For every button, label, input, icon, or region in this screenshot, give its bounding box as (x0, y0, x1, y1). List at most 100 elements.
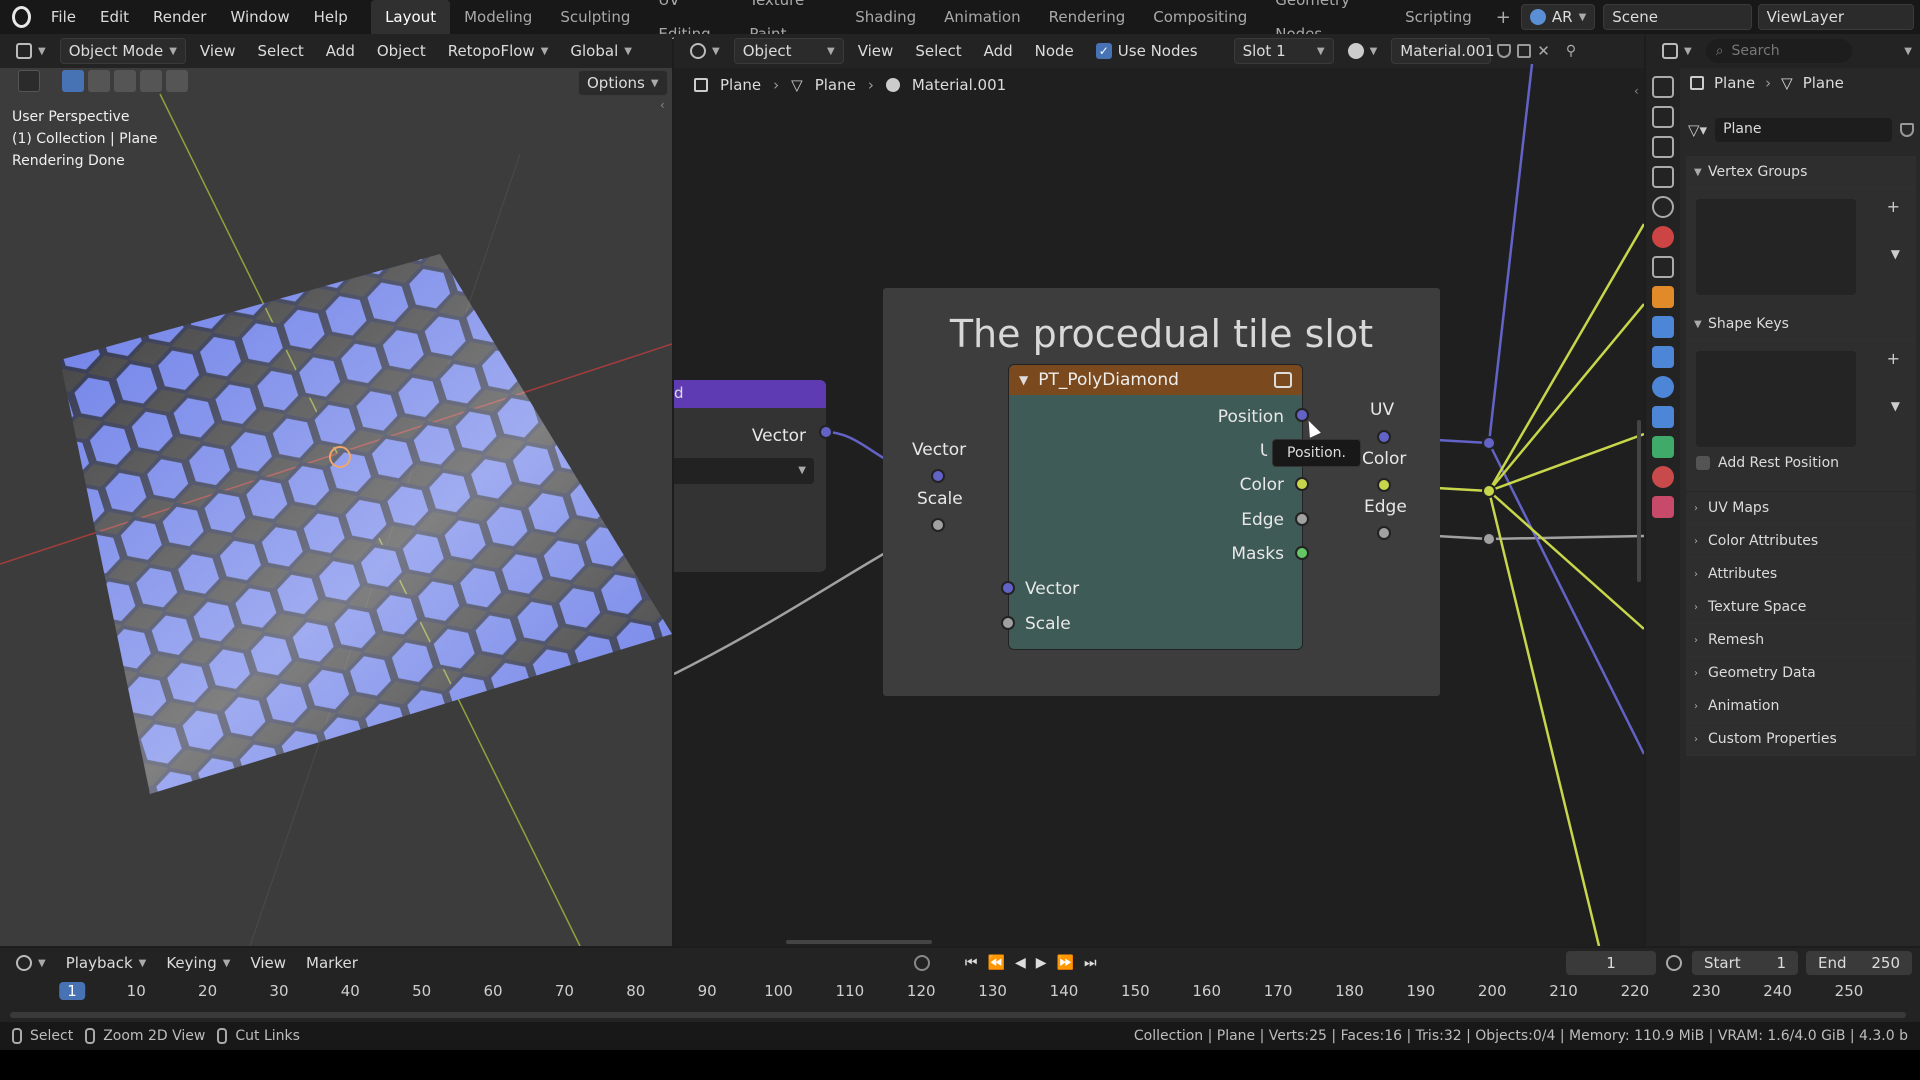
reroute-uv-socket[interactable] (1377, 430, 1391, 444)
view-layer-tab-icon[interactable] (1652, 166, 1674, 188)
panel-color-attributes[interactable]: › Color Attributes (1686, 525, 1916, 558)
panel-geometry-data[interactable]: › Geometry Data (1686, 657, 1916, 690)
left-node-dropdown[interactable]: ▼ (674, 458, 814, 484)
panel-custom-properties[interactable]: › Custom Properties (1686, 723, 1916, 756)
physics-tab-icon[interactable] (1652, 376, 1674, 398)
node-editor-scrollbar[interactable] (786, 940, 932, 944)
constraints-tab-icon[interactable] (1652, 406, 1674, 428)
object-origin-icon[interactable] (329, 446, 351, 468)
reroute-color-far-socket[interactable] (1482, 484, 1496, 498)
select-box-intersect-icon[interactable] (166, 70, 188, 92)
scene-selector[interactable]: Scene (1603, 4, 1752, 30)
current-frame-indicator[interactable]: 1 (59, 982, 85, 1000)
reroute-edge-far-socket[interactable] (1482, 532, 1496, 546)
mesh-data-tab-icon[interactable] (1652, 436, 1674, 458)
transform-orientation-dropdown[interactable]: Global ▼ (562, 38, 640, 64)
reroute-edge-socket[interactable] (1377, 526, 1391, 540)
tweak-tool-icon[interactable] (18, 70, 40, 92)
menu-edit[interactable]: Edit (88, 0, 141, 34)
reroute-uv-far-socket[interactable] (1482, 436, 1496, 450)
shader-node-editor[interactable]: ▼ Object ▼ View Select Add Node ✓ Use Node… (674, 34, 1644, 946)
workspace-tab-scripting[interactable]: Scripting (1391, 0, 1486, 34)
viewport-menu-select[interactable]: Select (250, 38, 312, 64)
panel-remesh[interactable]: › Remesh (1686, 624, 1916, 657)
shape-keys-list[interactable] (1696, 351, 1856, 447)
vertex-groups-list[interactable] (1696, 199, 1856, 295)
select-box-subtract-icon[interactable] (114, 70, 136, 92)
timeline-scrollbar[interactable] (10, 1012, 1906, 1018)
object-tab-icon[interactable] (1652, 286, 1674, 308)
workspace-tab-rendering[interactable]: Rendering (1035, 0, 1140, 34)
shape-keys-header[interactable]: ▼ Shape Keys (1686, 308, 1916, 341)
viewport-menu-object[interactable]: Object (369, 38, 434, 64)
collection-tab-icon[interactable] (1652, 256, 1674, 278)
tool-tab-icon[interactable] (1652, 76, 1674, 98)
texture-tab-icon[interactable] (1652, 496, 1674, 518)
vertex-group-menu-icon[interactable]: ▼ (1891, 247, 1900, 261)
object-mode-dropdown[interactable]: Object Mode ▼ (59, 38, 186, 64)
render-engine-selector[interactable]: AR ▼ (1520, 4, 1596, 30)
input-vector-socket[interactable] (1001, 581, 1015, 595)
fake-user-shield-icon[interactable] (1900, 123, 1914, 137)
node-group-icon[interactable] (1274, 372, 1292, 388)
3d-viewport[interactable]: ▼ Object Mode ▼ View Select Add Object Re… (0, 34, 672, 946)
reroute-color-socket[interactable] (1377, 478, 1391, 492)
retopoflow-menu[interactable]: RetopoFlow ▼ (440, 38, 557, 64)
workspace-tab-animation[interactable]: Animation (930, 0, 1034, 34)
menu-file[interactable]: File (39, 0, 88, 34)
panel-uv-maps[interactable]: › UV Maps (1686, 492, 1916, 525)
node-editor-vscroll[interactable] (1637, 420, 1641, 582)
properties-options-icon[interactable]: ▼ (1904, 46, 1912, 57)
select-box-invert-icon[interactable] (140, 70, 162, 92)
editor-type-selector[interactable]: ▼ (8, 38, 54, 64)
add-rest-position-checkbox[interactable]: Add Rest Position (1696, 455, 1839, 471)
output-position-socket[interactable] (1295, 408, 1309, 422)
reroute-vector-socket[interactable] (931, 469, 945, 483)
render-tab-icon[interactable] (1652, 106, 1674, 128)
workspace-tab-compositing[interactable]: Compositing (1139, 0, 1261, 34)
output-tab-icon[interactable] (1652, 136, 1674, 158)
workspace-tab-layout[interactable]: Layout (371, 0, 451, 34)
timeline[interactable]: ▼ Playback ▼ Keying ▼ View Marker ⏮ ⏪ ◀ ▶ … (0, 948, 1920, 1022)
collapse-sidebar-icon[interactable]: ‹ (1634, 84, 1639, 98)
workspace-tab-shading[interactable]: Shading (841, 0, 930, 34)
node-header[interactable]: ▼ PT_PolyDiamond (1009, 365, 1302, 395)
particles-tab-icon[interactable] (1652, 346, 1674, 368)
menu-help[interactable]: Help (302, 0, 360, 34)
vertex-groups-header[interactable]: ▼ Vertex Groups (1686, 156, 1916, 189)
viewport-options-dropdown[interactable]: Options ▼ (578, 70, 668, 96)
reroute-scale-socket[interactable] (931, 518, 945, 532)
pt-polydiamond-node[interactable]: ▼ PT_PolyDiamond Position UV Color Edge … (1008, 364, 1303, 650)
viewport-menu-add[interactable]: Add (318, 38, 363, 64)
workspace-tab-modeling[interactable]: Modeling (450, 0, 546, 34)
mesh-name-field[interactable]: Plane (1715, 118, 1892, 142)
properties-editor-type[interactable]: ▼ (1654, 38, 1700, 64)
menu-window[interactable]: Window (218, 0, 301, 34)
add-workspace-icon[interactable]: + (1486, 7, 1521, 28)
properties-search-field[interactable]: ⌕ Search (1705, 39, 1852, 63)
frame-ruler[interactable]: 1 10 20 30 40 50 60 70 80 90 100 110 120 130 140 150 160… (0, 948, 1920, 1022)
texture-coordinate-node[interactable]: d Vector ▼ (674, 380, 826, 572)
output-masks-socket[interactable] (1295, 546, 1309, 560)
output-edge-socket[interactable] (1295, 512, 1309, 526)
blender-logo-icon[interactable] (12, 6, 31, 28)
viewlayer-selector[interactable]: ViewLayer (1757, 4, 1914, 30)
add-vertex-group-icon[interactable]: + (1887, 197, 1900, 216)
add-shape-key-icon[interactable]: + (1887, 349, 1900, 368)
mesh-browse-icon[interactable]: ▽▾ (1688, 121, 1707, 139)
material-tab-icon[interactable] (1652, 466, 1674, 488)
select-box-set-icon[interactable] (62, 70, 84, 92)
panel-animation[interactable]: › Animation (1686, 690, 1916, 723)
menu-render[interactable]: Render (141, 0, 218, 34)
input-scale-socket[interactable] (1001, 616, 1015, 630)
panel-attributes[interactable]: › Attributes (1686, 558, 1916, 591)
viewport-menu-view[interactable]: View (192, 38, 244, 64)
world-tab-icon[interactable] (1652, 226, 1674, 248)
panel-texture-space[interactable]: › Texture Space (1686, 591, 1916, 624)
scene-tab-icon[interactable] (1652, 196, 1674, 218)
modifier-tab-icon[interactable] (1652, 316, 1674, 338)
collapse-node-icon[interactable]: ▼ (1019, 373, 1028, 387)
select-box-extend-icon[interactable] (88, 70, 110, 92)
output-color-socket[interactable] (1295, 477, 1309, 491)
left-node-vector-socket[interactable] (819, 425, 833, 439)
